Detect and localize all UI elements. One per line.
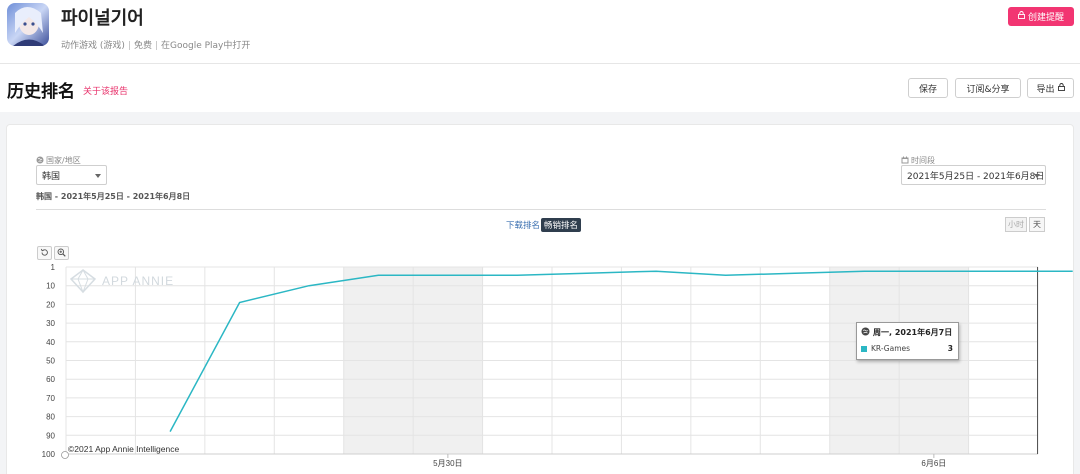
y-tick-label: 30 bbox=[46, 319, 55, 328]
y-tick-label: 40 bbox=[46, 338, 55, 347]
y-tick-label: 50 bbox=[46, 357, 55, 366]
ranking-chart[interactable]: APP ANNIE 1 10 20 30 40 50 60 70 80 90 100 5月30日 6月… bbox=[0, 0, 1080, 474]
y-tick-label: 10 bbox=[46, 282, 55, 291]
watermark-text: APP ANNIE bbox=[102, 274, 174, 288]
globe-icon bbox=[861, 327, 870, 338]
chart-tooltip: 周一, 2021年6月7日 KR-Games 3 bbox=[856, 322, 959, 360]
series-swatch bbox=[861, 345, 867, 352]
x-tick-label: 6月6日 bbox=[921, 459, 946, 468]
copyright-text: ©2021 App Annie Intelligence bbox=[68, 444, 179, 454]
y-tick-label: 1 bbox=[51, 263, 56, 272]
scroll-handle[interactable] bbox=[61, 451, 69, 459]
tooltip-value: 3 bbox=[947, 344, 953, 353]
tooltip-date-text: 周一, 2021年6月7日 bbox=[873, 328, 953, 337]
app-annie-logo-icon bbox=[69, 268, 97, 294]
tooltip-series: KR-Games bbox=[861, 344, 910, 353]
tooltip-date: 周一, 2021年6月7日 bbox=[861, 327, 952, 338]
y-tick-label: 100 bbox=[42, 450, 56, 459]
y-tick-label: 90 bbox=[46, 431, 55, 440]
y-tick-label: 20 bbox=[46, 300, 55, 309]
app-annie-watermark: APP ANNIE bbox=[69, 268, 174, 294]
y-tick-label: 80 bbox=[46, 413, 55, 422]
tooltip-series-name: KR-Games bbox=[871, 344, 911, 353]
x-tick-label: 5月30日 bbox=[433, 459, 462, 468]
y-tick-label: 70 bbox=[46, 394, 55, 403]
y-tick-label: 60 bbox=[46, 375, 55, 384]
